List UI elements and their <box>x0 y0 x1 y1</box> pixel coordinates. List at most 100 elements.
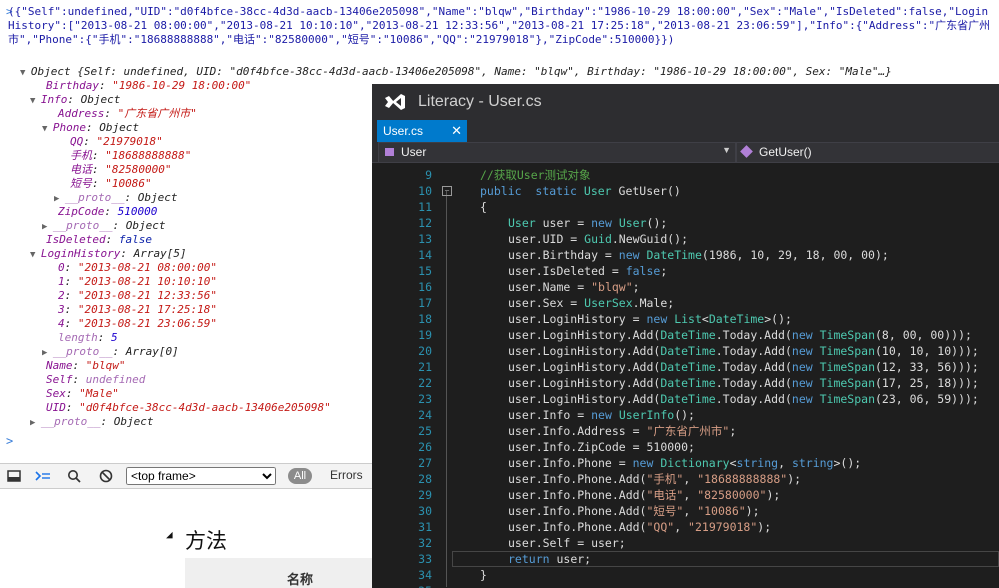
fold-guide-line <box>446 191 447 587</box>
tree-key: Phone <box>52 121 86 134</box>
line-number: 14 <box>418 248 432 262</box>
tree-node[interactable]: ▼ LoginHistory: Array[5] <box>30 247 187 262</box>
console-drawer-icon[interactable] <box>32 467 54 485</box>
collapse-region-icon[interactable]: − <box>442 186 452 196</box>
code-token: user.Name = <box>508 280 592 294</box>
tree-key: LoginHistory <box>40 247 121 260</box>
tree-value: "广东省广州市" <box>117 107 197 120</box>
tree-key: __proto__ <box>52 345 113 358</box>
tree-value: "82580000" <box>105 163 172 176</box>
code-token: user.UID = <box>508 232 585 246</box>
search-icon[interactable] <box>66 467 82 485</box>
close-icon[interactable]: ✕ <box>451 123 462 139</box>
code-token: user.LoginHistory.Add( <box>508 344 661 358</box>
code-line: user.Info.Phone.Add("QQ", "21979018"); <box>508 519 771 535</box>
member-dropdown-value: GetUser() <box>759 145 812 159</box>
tree-node[interactable]: ▶ __proto__: Object <box>30 415 153 430</box>
code-token: "18688888888" <box>697 472 788 486</box>
tree-node: Address: "广东省广州市" <box>58 107 197 121</box>
tree-key: Address <box>58 107 105 120</box>
code-token: DateTime <box>660 360 716 374</box>
code-token: >(); <box>764 312 792 326</box>
tree-value: "2013-08-21 23:06:59" <box>77 317 217 330</box>
tree-separator: : <box>64 289 78 302</box>
clear-console-icon[interactable] <box>98 467 114 485</box>
code-token: user.LoginHistory.Add( <box>508 392 661 406</box>
code-token: false <box>625 264 661 278</box>
code-token: , <box>778 456 792 470</box>
code-token: "手机" <box>646 472 684 486</box>
tree-separator: : <box>72 359 86 372</box>
code-token: user.Info.Address = <box>508 424 647 438</box>
line-number: 21 <box>418 360 432 374</box>
tree-node: IsDeleted: false <box>46 233 152 247</box>
tree-node: 电话: "82580000" <box>70 163 171 177</box>
line-number: 27 <box>418 456 432 470</box>
line-number: 12 <box>418 216 432 230</box>
filter-all-button[interactable]: All <box>288 468 312 484</box>
collapsed-triangle-icon[interactable]: ▶ <box>42 348 53 358</box>
code-token: "广东省广州市" <box>646 424 730 438</box>
code-token: "82580000" <box>697 488 767 502</box>
tree-value: undefined <box>85 373 146 386</box>
code-line: user.Birthday = new DateTime(1986, 10, 2… <box>508 247 889 263</box>
code-token: user.Self = user; <box>508 536 626 550</box>
tree-key: Info <box>40 93 68 106</box>
tree-key: 4 <box>58 317 65 330</box>
code-token: new <box>791 360 813 374</box>
code-line: user.Info.Phone.Add("手机", "18688888888")… <box>508 471 801 487</box>
code-token: user = <box>535 216 592 230</box>
tree-node[interactable]: ▶ __proto__: Array[0] <box>42 345 179 360</box>
collapsed-triangle-icon[interactable]: ▶ <box>42 222 53 232</box>
tree-node[interactable]: ▶ __proto__: Object <box>54 191 177 206</box>
tree-key: 电话 <box>70 163 92 176</box>
expand-triangle-icon[interactable]: ◢ <box>166 528 173 541</box>
expanded-triangle-icon[interactable]: ▼ <box>30 250 41 260</box>
expanded-triangle-icon[interactable]: ▼ <box>42 124 53 134</box>
tab-user-cs[interactable]: User.cs ✕ <box>377 120 467 142</box>
code-token: ); <box>787 472 802 486</box>
filter-errors-button[interactable]: Errors <box>330 468 363 482</box>
table-header-name: 名称 <box>287 572 314 587</box>
expand-triangle-icon[interactable]: ▼ <box>20 68 31 78</box>
code-token: user; <box>549 552 592 566</box>
expanded-triangle-icon[interactable]: ▼ <box>30 96 41 106</box>
object-summary[interactable]: ▼ Object {Self: undefined, UID: "d0f4bfc… <box>20 65 892 80</box>
tree-node[interactable]: ▶ __proto__: Object <box>42 219 165 234</box>
tree-node[interactable]: ▼ Phone: Object <box>42 121 139 136</box>
code-line: user.LoginHistory.Add(DateTime.Today.Add… <box>508 375 979 391</box>
code-token: < <box>701 312 709 326</box>
code-token: user.IsDeleted = <box>508 264 626 278</box>
tree-node: 2: "2013-08-21 12:33:56" <box>58 289 217 303</box>
collapsed-triangle-icon[interactable]: ▶ <box>54 194 65 204</box>
tree-value: Array[0] <box>125 345 179 358</box>
member-dropdown[interactable]: GetUser() <box>736 142 999 163</box>
code-token: , <box>683 488 698 502</box>
line-number: 11 <box>418 200 432 214</box>
tree-value: "blqw" <box>85 359 126 372</box>
dock-icon[interactable] <box>6 467 22 485</box>
tree-value: false <box>118 233 152 246</box>
code-token: .Today.Add( <box>715 360 792 374</box>
code-editor[interactable]: 9 //获取User测试对象 10− public static User GetUs… <box>372 163 999 588</box>
tree-node[interactable]: ▼ Info: Object <box>30 93 120 108</box>
tree-key: UID <box>46 401 66 414</box>
code-token: user.Info.Phone.Add( <box>508 504 647 518</box>
collapsed-triangle-icon[interactable]: ▶ <box>30 418 41 428</box>
tree-value: Object <box>99 121 139 134</box>
frame-select[interactable]: <top frame> <box>126 467 276 485</box>
tree-key: length <box>58 331 98 344</box>
tree-key: 短号 <box>70 177 92 190</box>
code-token: UserInfo <box>618 408 675 422</box>
console-prompt-icon[interactable]: > <box>6 434 13 448</box>
code-token: < <box>729 456 737 470</box>
code-line: user.LoginHistory.Add(DateTime.Today.Add… <box>508 343 979 359</box>
tree-value: "Male" <box>79 387 119 400</box>
tree-node: ZipCode: 510000 <box>58 205 157 219</box>
type-dropdown[interactable]: User ▼ <box>378 142 736 163</box>
tree-key: Name <box>46 359 73 372</box>
